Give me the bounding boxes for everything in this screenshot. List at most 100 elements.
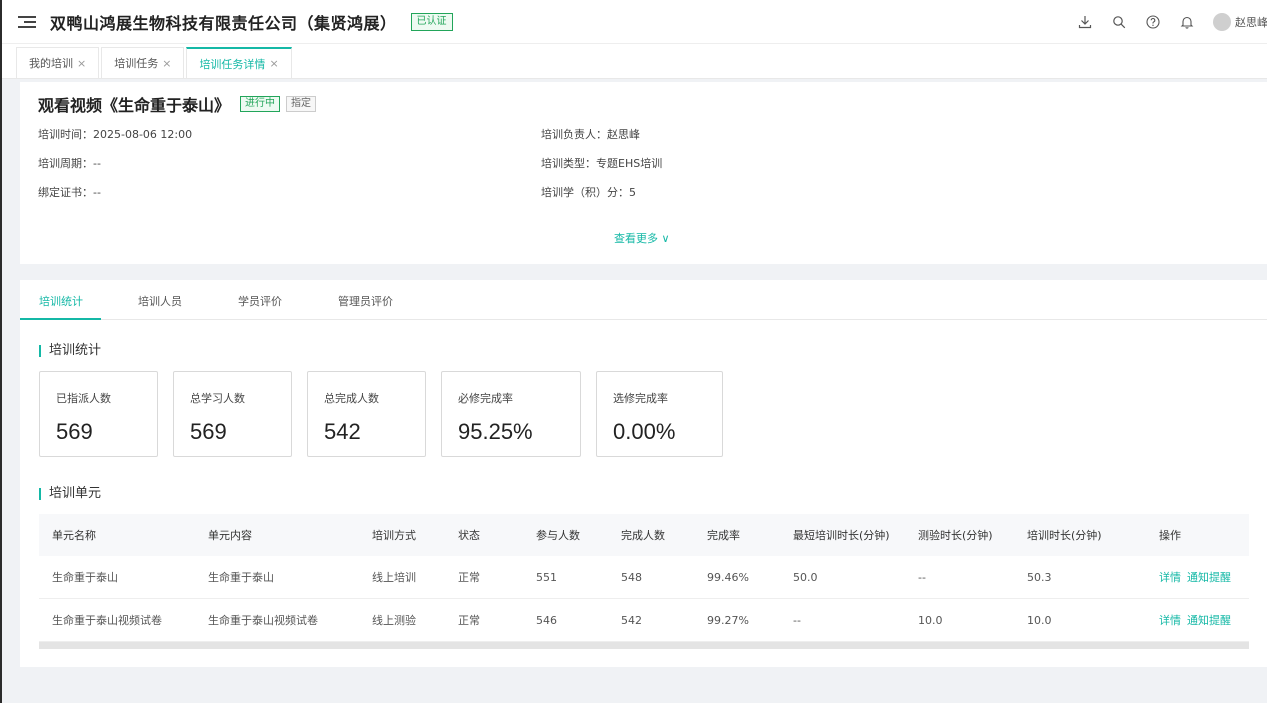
unit-name: 生命重于泰山 (52, 571, 118, 584)
training-time: 培训时间：2025-08-06 12:00 (38, 128, 193, 141)
column-header: 状态 (458, 529, 480, 542)
column-header: 培训时长(分钟) (1027, 529, 1102, 542)
training-detail-card: 培训统计 培训人员 学员评价 管理员评价 培训统计 已指派人数 569 总学习人… (20, 280, 1267, 667)
stat-value: 95.25% (458, 419, 533, 444)
menu-collapse-icon[interactable] (18, 13, 36, 31)
task-info-card: 观看视频《生命重于泰山》 进行中 指定 培训时间：2025-08-06 12:0… (20, 82, 1267, 264)
column-header: 单元内容 (208, 529, 252, 542)
username[interactable]: 赵思峰 (1235, 14, 1267, 30)
stat-value: 542 (324, 419, 361, 444)
stat-value: 569 (56, 419, 93, 444)
stat-label: 已指派人数 (56, 392, 111, 405)
page-tab-task-detail[interactable]: 培训任务详情 × (186, 47, 292, 78)
stats-section-title: 培训统计 (39, 344, 101, 357)
bell-icon[interactable] (1179, 14, 1195, 30)
page-tab-label: 我的培训 (29, 57, 73, 70)
page-tab-training-tasks[interactable]: 培训任务 × (101, 47, 185, 78)
tab-admin-review[interactable]: 管理员评价 (338, 293, 393, 309)
stat-value: 569 (190, 419, 227, 444)
column-header: 操作 (1159, 529, 1181, 542)
see-more-link[interactable]: 查看更多 ∨ (614, 230, 670, 246)
stat-label: 总学习人数 (190, 392, 245, 405)
unit-rate: 99.27% (707, 613, 749, 627)
close-icon[interactable]: × (162, 57, 171, 70)
assign-badge: 指定 (286, 96, 317, 112)
stat-card-elective-rate: 选修完成率 0.00% (596, 371, 723, 457)
bound-certificate: 绑定证书：-- (38, 186, 101, 199)
unit-duration: 10.0 (1027, 613, 1052, 627)
training-manager: 培训负责人：赵思峰 (541, 128, 640, 141)
table-row: 生命重于泰山视频试卷 生命重于泰山视频试卷 线上测验 正常 546 542 99… (39, 599, 1249, 642)
page-tab-label: 培训任务详情 (199, 57, 266, 71)
units-section-title: 培训单元 (39, 487, 101, 500)
unit-min-duration: 50.0 (793, 570, 818, 584)
tab-training-personnel[interactable]: 培训人员 (138, 293, 182, 309)
training-credits: 培训学（积）分：5 (541, 186, 636, 199)
unit-quiz-duration: -- (918, 570, 926, 584)
page-tab-label: 培训任务 (114, 57, 159, 70)
tab-training-stats[interactable]: 培训统计 (39, 293, 83, 309)
stat-label: 总完成人数 (324, 392, 379, 405)
unit-completed: 548 (621, 570, 642, 584)
active-tab-indicator (20, 318, 101, 320)
column-header: 完成人数 (621, 529, 665, 542)
table-header: 单元名称 单元内容 培训方式 状态 参与人数 完成人数 完成率 最短培训时长(分… (39, 514, 1249, 556)
unit-participants: 551 (536, 570, 557, 584)
task-title-row: 观看视频《生命重于泰山》 进行中 指定 (38, 92, 317, 116)
column-header: 参与人数 (536, 529, 580, 542)
row-actions: 详情 通知提醒 (1159, 556, 1237, 598)
training-period: 培训周期：-- (38, 157, 101, 170)
task-title: 观看视频《生命重于泰山》 (38, 96, 231, 115)
stat-card-required-rate: 必修完成率 95.25% (441, 371, 581, 457)
stat-card-total-completed: 总完成人数 542 (307, 371, 426, 457)
window-edge (0, 0, 2, 703)
training-type: 培训类型：专题EHS培训 (541, 157, 663, 170)
unit-name: 生命重于泰山视频试卷 (52, 614, 162, 627)
unit-participants: 546 (536, 613, 557, 627)
unit-quiz-duration: 10.0 (918, 613, 943, 627)
help-icon[interactable] (1145, 14, 1161, 30)
row-actions: 详情 通知提醒 (1159, 599, 1237, 641)
column-header: 单元名称 (52, 529, 96, 542)
stat-label: 选修完成率 (613, 392, 668, 405)
top-header: 双鸭山鸿展生物科技有限责任公司（集贤鸿展） 已认证 赵思峰 (2, 0, 1267, 44)
detail-tabs: 培训统计 培训人员 学员评价 管理员评价 (20, 280, 1267, 320)
detail-link[interactable]: 详情 (1159, 612, 1181, 628)
unit-method: 线上培训 (372, 571, 416, 584)
table-row: 生命重于泰山 生命重于泰山 线上培训 正常 551 548 99.46% 50.… (39, 556, 1249, 599)
training-units-table: 单元名称 单元内容 培训方式 状态 参与人数 完成人数 完成率 最短培训时长(分… (39, 514, 1249, 649)
detail-link[interactable]: 详情 (1159, 569, 1181, 585)
unit-min-duration: -- (793, 613, 801, 627)
close-icon[interactable]: × (269, 57, 278, 70)
column-header: 培训方式 (372, 529, 416, 542)
column-header: 最短培训时长(分钟) (793, 529, 890, 542)
unit-method: 线上测验 (372, 614, 416, 627)
notify-link[interactable]: 通知提醒 (1187, 569, 1231, 585)
close-icon[interactable]: × (77, 57, 86, 70)
page-tab-my-training[interactable]: 我的培训 × (16, 47, 100, 78)
verified-badge: 已认证 (410, 12, 453, 31)
unit-content: 生命重于泰山 (208, 571, 274, 584)
stat-label: 必修完成率 (458, 392, 513, 405)
tab-student-review[interactable]: 学员评价 (238, 293, 282, 309)
unit-completed: 542 (621, 613, 642, 627)
unit-status: 正常 (458, 571, 480, 584)
search-icon[interactable] (1111, 14, 1127, 30)
download-icon[interactable] (1077, 14, 1093, 30)
horizontal-scrollbar[interactable] (39, 642, 1249, 649)
page-tabs-bar: 我的培训 × 培训任务 × 培训任务详情 × (2, 44, 1267, 79)
column-header: 完成率 (707, 529, 740, 542)
unit-rate: 99.46% (707, 570, 749, 584)
column-header: 测验时长(分钟) (918, 529, 993, 542)
unit-status: 正常 (458, 614, 480, 627)
status-badge: 进行中 (240, 96, 281, 112)
avatar[interactable] (1213, 13, 1231, 31)
header-actions: 赵思峰 (1077, 0, 1267, 44)
stat-card-assigned: 已指派人数 569 (39, 371, 158, 457)
stat-card-total-learners: 总学习人数 569 (173, 371, 292, 457)
unit-content: 生命重于泰山视频试卷 (208, 614, 318, 627)
company-name: 双鸭山鸿展生物科技有限责任公司（集贤鸿展） (50, 13, 397, 33)
notify-link[interactable]: 通知提醒 (1187, 612, 1231, 628)
stat-value: 0.00% (613, 419, 676, 444)
unit-duration: 50.3 (1027, 570, 1052, 584)
